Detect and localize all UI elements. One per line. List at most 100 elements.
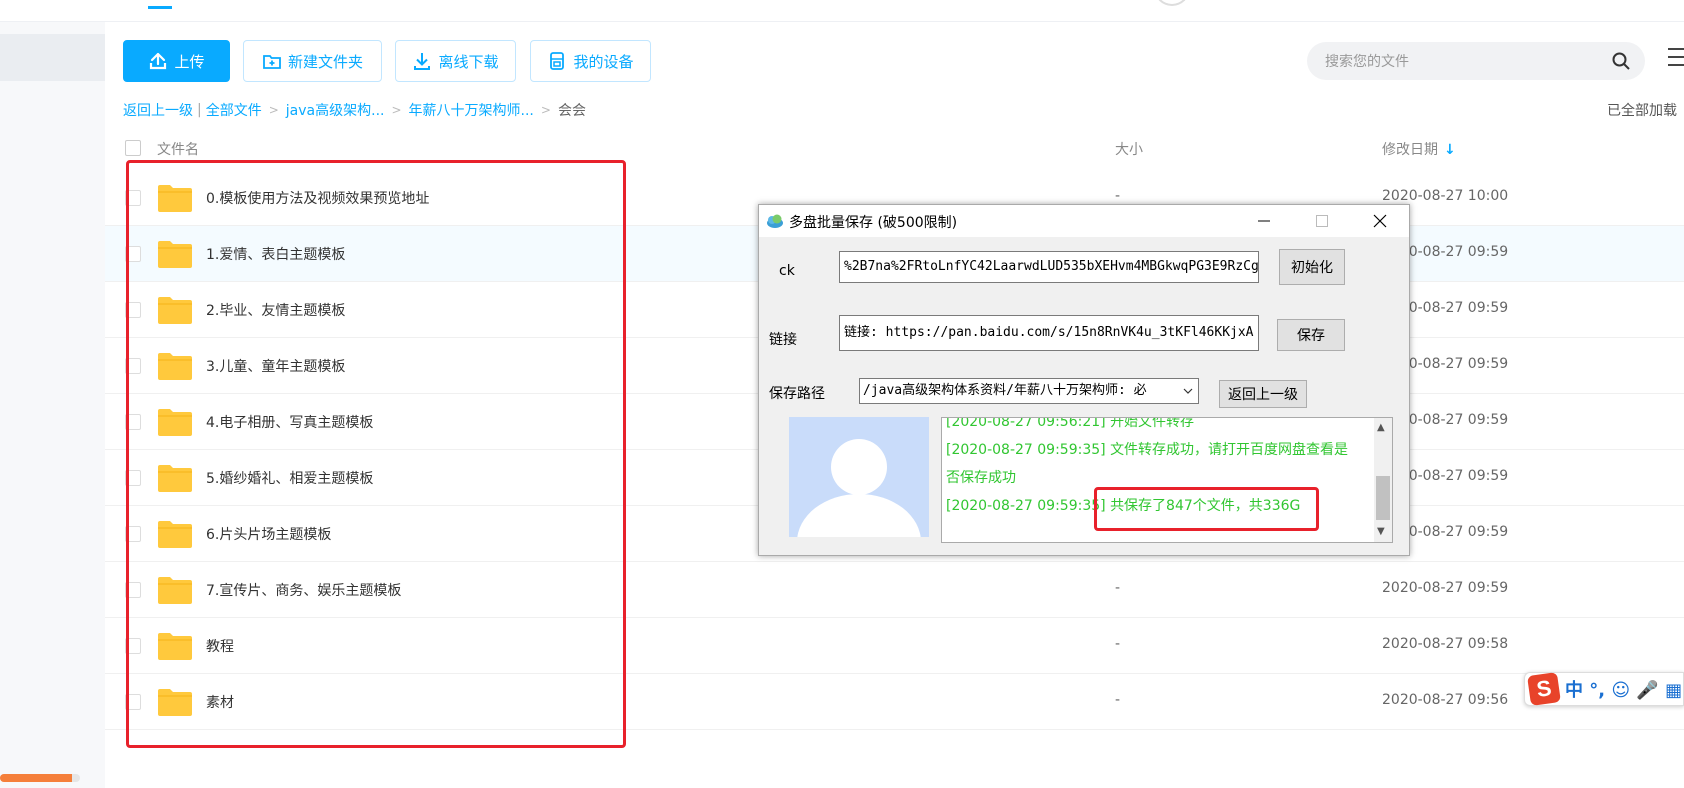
file-list-header: 文件名 大小 修改日期 ↓ (105, 132, 1684, 172)
chevron-down-icon (1178, 379, 1198, 403)
save-path-select[interactable]: /java高级架构体系资料/年薪八十万架构师: 必 (859, 378, 1199, 404)
init-button[interactable]: 初始化 (1279, 249, 1345, 285)
ime-status-glyphs: 中 °, ☺ 🎤 ▦ (1565, 680, 1683, 701)
save-button[interactable]: 保存 (1277, 319, 1345, 351)
breadcrumb-item[interactable]: 年薪八十万架构师... (409, 100, 534, 120)
menu-icon[interactable] (1668, 48, 1684, 68)
minimize-button[interactable] (1241, 205, 1287, 237)
dialog-titlebar[interactable]: 多盘批量保存 (破500限制) (759, 205, 1409, 237)
search-input[interactable] (1325, 42, 1595, 80)
dialog-title: 多盘批量保存 (破500限制) (789, 215, 958, 231)
avatar[interactable] (1154, 0, 1190, 6)
new-folder-button[interactable]: 新建文件夹 (243, 40, 382, 82)
file-size: - (1115, 188, 1121, 204)
folder-icon (158, 297, 192, 324)
offline-download-button[interactable]: 离线下载 (395, 40, 516, 82)
file-name[interactable]: 4.电子相册、写真主题模板 (206, 412, 373, 432)
column-header-name[interactable]: 文件名 (157, 139, 199, 159)
file-name[interactable]: 3.儿童、童年主题模板 (206, 356, 345, 376)
row-checkbox[interactable] (125, 470, 141, 486)
select-all-checkbox[interactable] (125, 140, 141, 156)
maximize-icon (1316, 215, 1328, 227)
file-date: 2020-08-27 09:56 (1382, 692, 1509, 708)
log-line: [2020-08-27 09:59:35] 文件转存成功，请打开百度网盘查看是 (946, 442, 1349, 458)
breadcrumb-item[interactable]: java高级架构... (286, 100, 385, 120)
user-avatar-placeholder (789, 417, 929, 537)
file-size: - (1115, 692, 1121, 708)
log-line: 否保存成功 (946, 470, 1016, 486)
file-date: 2020-08-27 10:00 (1382, 188, 1509, 204)
table-row[interactable]: 教程 - 2020-08-27 09:58 (105, 618, 1684, 674)
folder-icon (158, 409, 192, 436)
folder-icon (158, 633, 192, 660)
row-checkbox[interactable] (125, 358, 141, 374)
my-device-button[interactable]: 我的设备 (530, 40, 651, 82)
file-name[interactable]: 6.片头片场主题模板 (206, 524, 331, 544)
close-icon (1373, 214, 1387, 228)
storage-quota-fill (0, 774, 72, 782)
file-size: - (1115, 580, 1121, 596)
sort-desc-icon: ↓ (1444, 142, 1456, 158)
file-name[interactable]: 0.模板使用方法及视频效果预览地址 (206, 188, 429, 208)
breadcrumb: 返回上一级 | 全部文件 > java高级架构... > 年薪八十万架构师...… (123, 100, 586, 120)
folder-icon (158, 241, 192, 268)
maximize-button[interactable] (1299, 205, 1345, 237)
link-input[interactable]: 链接: https://pan.baidu.com/s/15n8RnVK4u_3… (839, 315, 1259, 351)
folder-icon (158, 353, 192, 380)
file-name[interactable]: 2.毕业、友情主题模板 (206, 300, 345, 320)
column-header-modified[interactable]: 修改日期 ↓ (1382, 139, 1456, 159)
folder-icon (158, 689, 192, 716)
file-name[interactable]: 7.宣传片、商务、娱乐主题模板 (206, 580, 401, 600)
sidebar-item-selected[interactable] (0, 34, 105, 81)
sogou-logo-icon: S (1527, 672, 1561, 706)
file-date: 2020-08-27 09:58 (1382, 636, 1509, 652)
breadcrumb-separator: > (540, 103, 551, 117)
close-button[interactable] (1357, 205, 1403, 237)
folder-icon (158, 465, 192, 492)
row-checkbox[interactable] (125, 582, 141, 598)
ime-toolbar[interactable]: S 中 °, ☺ 🎤 ▦ (1524, 672, 1684, 706)
upload-button[interactable]: 上传 (123, 40, 230, 82)
table-row[interactable]: 7.宣传片、商务、娱乐主题模板 - 2020-08-27 09:59 (105, 562, 1684, 618)
row-checkbox[interactable] (125, 694, 141, 710)
log-scrollbar[interactable]: ▲ ▼ (1374, 418, 1392, 542)
file-name[interactable]: 1.爱情、表白主题模板 (206, 244, 345, 264)
column-header-size[interactable]: 大小 (1115, 139, 1143, 159)
file-name[interactable]: 素材 (206, 692, 234, 712)
folder-icon (158, 577, 192, 604)
row-checkbox[interactable] (125, 414, 141, 430)
row-checkbox[interactable] (125, 302, 141, 318)
my-device-label: 我的设备 (573, 52, 634, 71)
scrollbar-thumb[interactable] (1376, 476, 1390, 520)
cloud-app-icon (767, 214, 783, 228)
breadcrumb-divider: | (197, 102, 202, 118)
breadcrumb-back-link[interactable]: 返回上一级 (123, 100, 193, 120)
breadcrumb-all-files-link[interactable]: 全部文件 (206, 100, 262, 120)
batch-save-dialog: 多盘批量保存 (破500限制) ck %2B7na%2FRtoLnfYC42La… (758, 204, 1410, 556)
annotation-highlight-box (1094, 487, 1319, 531)
scroll-up-icon[interactable]: ▲ (1377, 422, 1385, 433)
active-tab-indicator (148, 6, 172, 9)
sidebar (0, 22, 105, 788)
save-path-value: /java高级架构体系资料/年薪八十万架构师: 必 (863, 383, 1147, 398)
upload-label: 上传 (174, 52, 205, 71)
new-folder-label: 新建文件夹 (287, 52, 363, 71)
file-name[interactable]: 教程 (206, 636, 234, 656)
row-checkbox[interactable] (125, 638, 141, 654)
file-size: - (1115, 636, 1121, 652)
ck-input[interactable]: %2B7na%2FRtoLnfYC42LaarwdLUD535bXEHvm4MB… (839, 251, 1259, 283)
row-checkbox[interactable] (125, 190, 141, 206)
link-label: 链接 (769, 332, 797, 348)
folder-icon (158, 185, 192, 212)
row-checkbox[interactable] (125, 526, 141, 542)
table-row[interactable]: 素材 - 2020-08-27 09:56 (105, 674, 1684, 730)
search-icon[interactable] (1611, 51, 1631, 71)
offline-download-label: 离线下载 (438, 52, 499, 71)
column-header-modified-label: 修改日期 (1382, 142, 1438, 158)
new-folder-icon (263, 55, 281, 69)
row-checkbox[interactable] (125, 246, 141, 262)
breadcrumb-separator: > (391, 103, 402, 117)
go-up-button[interactable]: 返回上一级 (1219, 380, 1307, 408)
scroll-down-icon[interactable]: ▼ (1377, 526, 1385, 537)
file-name[interactable]: 5.婚纱婚礼、相爱主题模板 (206, 468, 373, 488)
